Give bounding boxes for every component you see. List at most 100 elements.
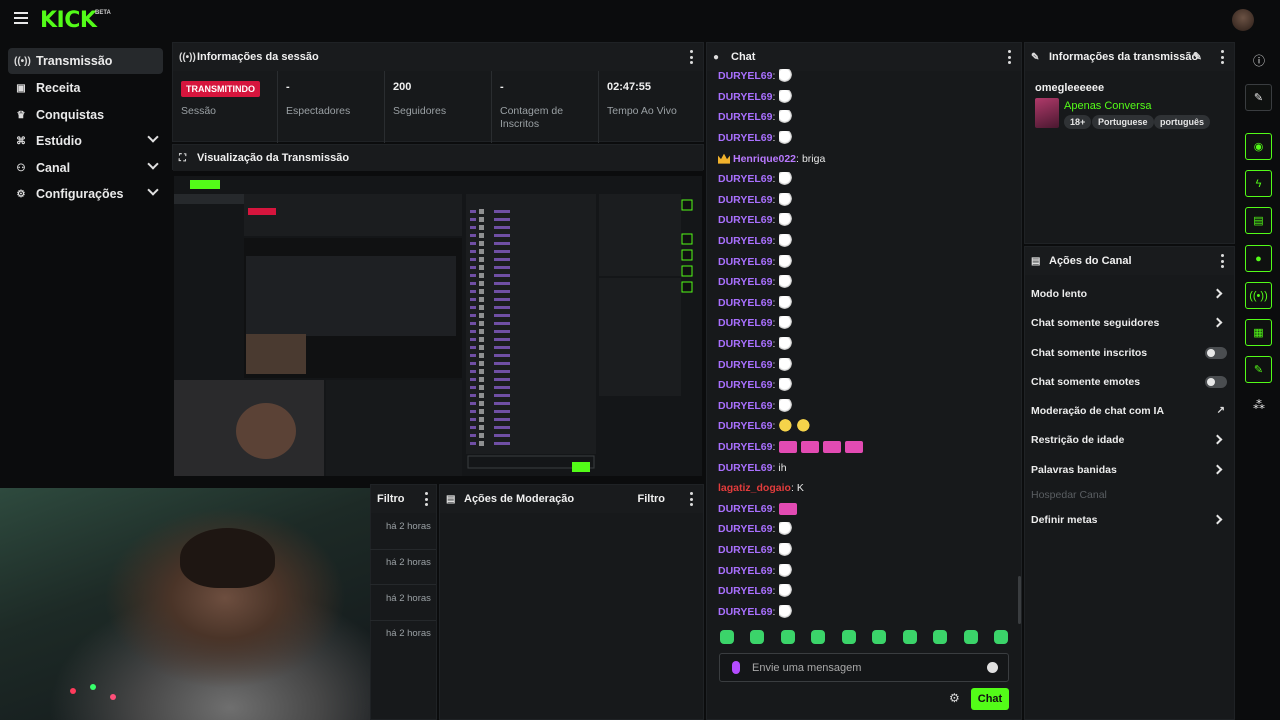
gear-icon: ⚙ bbox=[16, 188, 26, 200]
chat-settings-icon[interactable]: ⚙ bbox=[949, 692, 961, 704]
chat-username[interactable]: DURYEL69 bbox=[718, 256, 772, 268]
sidebar-item-estudio[interactable]: ⌘ Estúdio bbox=[8, 128, 163, 154]
emote-button[interactable] bbox=[933, 630, 948, 644]
chat-username[interactable]: DURYEL69 bbox=[718, 359, 772, 371]
chat-username[interactable]: DURYEL69 bbox=[718, 462, 772, 474]
emote-button[interactable] bbox=[841, 630, 856, 644]
chat-message-list[interactable]: DURYEL69: DURYEL69: DURYEL69: DURYEL69: Henr… bbox=[718, 66, 1018, 626]
emote-button[interactable] bbox=[811, 630, 826, 644]
chat-separator: : bbox=[772, 111, 776, 124]
action-label: Modo lento bbox=[1031, 288, 1087, 300]
emote-button[interactable] bbox=[750, 630, 765, 644]
chevron-right-icon bbox=[1212, 434, 1223, 445]
rail-button-bolt[interactable]: ϟ bbox=[1245, 170, 1272, 197]
category-thumbnail[interactable] bbox=[1035, 98, 1059, 128]
chat-username[interactable]: DURYEL69 bbox=[718, 400, 772, 412]
chat-message: DURYEL69: bbox=[718, 107, 1018, 128]
more-options-icon[interactable] bbox=[1007, 50, 1011, 64]
chat-username[interactable]: DURYEL69 bbox=[718, 338, 772, 350]
send-chat-button[interactable]: Chat bbox=[971, 688, 1009, 710]
chat-message: DURYEL69: bbox=[718, 251, 1018, 272]
add-widget-icon[interactable]: ⁂ bbox=[1250, 398, 1268, 416]
emote-button[interactable] bbox=[993, 630, 1008, 644]
chat-username[interactable]: DURYEL69 bbox=[718, 297, 772, 309]
chat-username[interactable]: DURYEL69 bbox=[718, 214, 772, 226]
goose-emote-icon bbox=[779, 234, 794, 249]
rail-button-layout[interactable]: ▦ bbox=[1245, 319, 1272, 346]
chat-username[interactable]: DURYEL69 bbox=[718, 194, 772, 206]
chat-scrollbar[interactable] bbox=[1018, 576, 1021, 624]
chat-username[interactable]: DURYEL69 bbox=[718, 441, 772, 453]
chat-username[interactable]: lagatiz_dogaio bbox=[718, 482, 791, 494]
emote-button[interactable] bbox=[902, 630, 917, 644]
chat-username[interactable]: DURYEL69 bbox=[718, 276, 772, 288]
info-icon[interactable]: ⓘ bbox=[1250, 52, 1268, 70]
more-options-icon[interactable] bbox=[689, 492, 693, 506]
rail-button-webcam[interactable]: ◉ bbox=[1245, 133, 1272, 160]
emotes-only-toggle[interactable] bbox=[1205, 376, 1227, 388]
chat-username[interactable]: DURYEL69 bbox=[718, 111, 772, 123]
chat-username[interactable]: DURYEL69 bbox=[718, 503, 772, 515]
kick-logo[interactable]: KICK bbox=[40, 8, 97, 33]
chat-username[interactable]: DURYEL69 bbox=[718, 235, 772, 247]
category-link[interactable]: Apenas Conversa bbox=[1064, 100, 1151, 112]
emoji-picker-icon[interactable] bbox=[987, 662, 998, 673]
top-bar: KICK BETA bbox=[0, 0, 1280, 40]
chat-username[interactable]: DURYEL69 bbox=[718, 544, 772, 556]
chat-username[interactable]: DURYEL69 bbox=[718, 523, 772, 535]
more-options-icon[interactable] bbox=[1220, 50, 1224, 64]
sidebar-item-configuracoes[interactable]: ⚙ Configurações bbox=[8, 181, 163, 207]
filter-button[interactable]: Filtro bbox=[638, 493, 666, 505]
emote-button[interactable] bbox=[963, 630, 978, 644]
chat-username[interactable]: DURYEL69 bbox=[718, 585, 772, 597]
chat-input-box bbox=[719, 653, 1009, 682]
chat-username[interactable]: DURYEL69 bbox=[718, 132, 772, 144]
session-info-panel: ((•)) Informações da sessão TRANSMITINDO… bbox=[172, 42, 704, 143]
chat-bubble-icon: ● bbox=[713, 51, 720, 63]
chat-username[interactable]: DURYEL69 bbox=[718, 379, 772, 391]
chat-username[interactable]: DURYEL69 bbox=[718, 565, 772, 577]
chat-username[interactable]: Henrique022 bbox=[733, 153, 796, 165]
edit-icon[interactable]: ✎ bbox=[1193, 50, 1202, 63]
chat-message: DURYEL69: bbox=[718, 581, 1018, 602]
chat-username[interactable]: DURYEL69 bbox=[718, 420, 772, 432]
sidebar-item-conquistas[interactable]: ♛ Conquistas bbox=[8, 102, 163, 128]
panel-header: ✎ Informações da transmissão ✎ bbox=[1025, 43, 1234, 71]
age-restriction-option[interactable]: Restrição de idade bbox=[1031, 429, 1229, 451]
stream-preview[interactable] bbox=[174, 176, 702, 476]
goose-emote-icon bbox=[779, 89, 794, 104]
chat-username[interactable]: DURYEL69 bbox=[718, 317, 772, 329]
microphone-icon[interactable] bbox=[732, 661, 740, 674]
sidebar-item-receita[interactable]: ▣ Receita bbox=[8, 75, 163, 101]
sidebar-item-transmissao[interactable]: ((•)) Transmissão bbox=[8, 48, 163, 74]
sidebar-item-canal[interactable]: ⚇ Canal bbox=[8, 155, 163, 181]
ai-moderation-option[interactable]: Moderação de chat com IA ↗ bbox=[1031, 400, 1229, 422]
rail-button-broadcast[interactable]: ((•)) bbox=[1245, 282, 1272, 309]
rail-button-document[interactable]: ▤ bbox=[1245, 207, 1272, 234]
chat-username[interactable]: DURYEL69 bbox=[718, 70, 772, 82]
subscribers-only-toggle[interactable] bbox=[1205, 347, 1227, 359]
emote-button[interactable] bbox=[780, 630, 795, 644]
stat-value: 200 bbox=[393, 81, 412, 93]
panel-title: Ações de Moderação bbox=[464, 493, 575, 505]
chat-username[interactable]: DURYEL69 bbox=[718, 606, 772, 618]
more-options-icon[interactable] bbox=[1220, 254, 1224, 268]
avatar[interactable] bbox=[1232, 9, 1254, 31]
chat-username[interactable]: DURYEL69 bbox=[718, 91, 772, 103]
more-options-icon[interactable] bbox=[424, 492, 428, 506]
chat-message-input[interactable] bbox=[752, 660, 972, 676]
chat-username[interactable]: DURYEL69 bbox=[718, 173, 772, 185]
banned-words-option[interactable]: Palavras banidas bbox=[1031, 459, 1229, 481]
edit-layout-button[interactable]: ✎ bbox=[1245, 84, 1272, 111]
emote-button[interactable] bbox=[720, 630, 734, 644]
set-goals-option[interactable]: Definir metas bbox=[1031, 509, 1229, 531]
followers-only-option[interactable]: Chat somente seguidores bbox=[1031, 312, 1229, 334]
rail-button-wrench[interactable]: ✎ bbox=[1245, 356, 1272, 383]
more-options-icon[interactable] bbox=[689, 50, 693, 64]
chat-separator: : bbox=[796, 152, 799, 165]
rail-button-chat[interactable]: ● bbox=[1245, 245, 1272, 272]
emote-button[interactable] bbox=[872, 630, 887, 644]
filter-button[interactable]: Filtro bbox=[377, 493, 405, 505]
slow-mode-option[interactable]: Modo lento bbox=[1031, 283, 1229, 305]
menu-icon[interactable] bbox=[14, 12, 28, 24]
